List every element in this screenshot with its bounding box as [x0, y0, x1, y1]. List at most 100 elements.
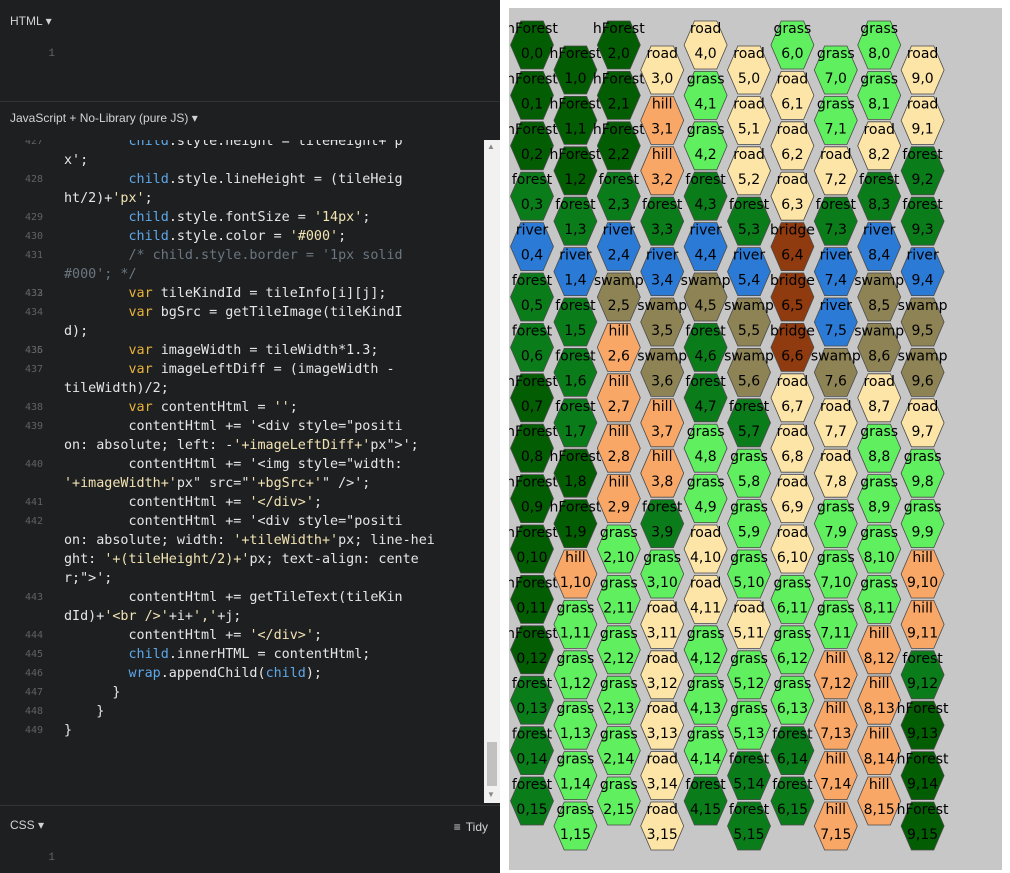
- hex-tile: forest 6,14: [770, 726, 815, 775]
- tile-kind-label: grass: [556, 651, 594, 667]
- tile-coord-label: 6,4: [781, 248, 803, 264]
- tile-kind-label: forest: [859, 172, 900, 188]
- hex-tile: forest 4,3: [683, 171, 728, 221]
- tile-kind-label: hForest: [509, 122, 558, 138]
- tile-coord-label: 1,15: [560, 827, 591, 843]
- code-line: ght: '+(tileHeight/2)+'px; text-align: c…: [0, 550, 482, 569]
- hex-tile: forest 6,15: [770, 776, 815, 826]
- hex-tile: grass 2,10: [596, 524, 641, 574]
- hex-tile: grass 3,10: [640, 549, 685, 599]
- tile-coord-label: 9,9: [911, 525, 933, 541]
- tile-kind-label: forest: [555, 348, 596, 364]
- hex-tile: river 2,4: [596, 222, 641, 272]
- tile-coord-label: 1,10: [560, 575, 591, 591]
- hex-tile: road 5,11: [727, 600, 771, 649]
- code-text: tileWidth)/2;: [64, 381, 169, 396]
- code-text: '+imageWidth+'px" src="'+bgSrc+'" />';: [64, 476, 371, 491]
- tile-coord-label: 0,7: [521, 399, 543, 415]
- tile-coord-label: 4,8: [694, 449, 716, 465]
- hex-tile: hill 3,2: [640, 146, 685, 196]
- tile-kind-label: forest: [729, 752, 770, 768]
- tile-coord-label: 5,5: [738, 323, 760, 339]
- line-number: 428: [24, 174, 43, 185]
- tile-kind-label: hForest: [509, 525, 558, 541]
- hex-tile: river 7,4: [813, 247, 858, 297]
- css-panel-header: CSS: [0, 805, 500, 836]
- tile-kind-label: road: [646, 752, 677, 768]
- html-panel-title[interactable]: HTML: [10, 14, 52, 28]
- tile-kind-label: river: [733, 248, 766, 264]
- line-number: 431: [24, 250, 43, 261]
- scrollbar-thumb[interactable]: [487, 742, 497, 786]
- tile-kind-label: hill: [826, 651, 847, 667]
- tile-coord-label: 1,9: [564, 525, 586, 541]
- tile-kind-label: forest: [555, 399, 596, 415]
- code-text: }: [64, 704, 105, 719]
- tile-kind-label: grass: [730, 449, 768, 465]
- scroll-down-icon[interactable]: ▼: [487, 790, 495, 799]
- css-panel-title[interactable]: CSS: [10, 818, 44, 832]
- tile-kind-label: grass: [773, 575, 811, 591]
- js-panel-header: JavaScript + No-Library (pure JS): [0, 101, 500, 132]
- tile-coord-label: 2,13: [603, 701, 634, 717]
- hex-tile: forest 9,2: [900, 146, 945, 196]
- tile-coord-label: 6,3: [781, 197, 803, 213]
- tile-kind-label: road: [646, 651, 677, 667]
- code-text: var imageWidth = tileWidth*1.3;: [128, 343, 379, 358]
- tile-kind-label: hForest: [509, 71, 558, 87]
- tile-kind-label: river: [863, 223, 896, 239]
- scroll-up-icon[interactable]: ▲: [487, 142, 495, 151]
- hex-tile: road 6,1: [770, 71, 815, 120]
- hex-tile: grass 1,12: [553, 650, 598, 700]
- line-number: 438: [24, 402, 43, 413]
- hex-tile: river 0,4: [510, 222, 554, 272]
- hex-tile: river 3,4: [640, 247, 685, 297]
- hex-tile: road 8,2: [857, 121, 902, 171]
- tile-coord-label: 6,15: [777, 802, 808, 818]
- tile-kind-label: swamp: [637, 298, 687, 314]
- hex-tile: river 7,5: [813, 297, 858, 347]
- hex-tile: swamp 5,5: [724, 297, 774, 347]
- tile-coord-label: 0,11: [516, 600, 547, 616]
- tile-kind-label: road: [820, 449, 851, 465]
- js-code-editor[interactable]: 427 child.style.height = tileHeight+'p x'…: [0, 140, 500, 803]
- hex-tile: grass 4,9: [683, 474, 728, 523]
- tile-kind-label: hill: [826, 752, 847, 768]
- editor-panels: HTML 1 JavaScript + No-Library (pure JS)…: [0, 0, 500, 873]
- js-panel-title[interactable]: JavaScript + No-Library (pure JS): [10, 111, 198, 125]
- tile-coord-label: 3,2: [651, 172, 673, 188]
- tile-kind-label: hill: [565, 550, 586, 566]
- editor-scrollbar[interactable]: ▲ ▼: [484, 140, 500, 803]
- tile-coord-label: 8,15: [864, 802, 895, 818]
- tidy-button[interactable]: ≡ Tidy: [454, 820, 488, 834]
- code-text: var tileKindId = tileInfo[i][j];: [128, 286, 387, 301]
- code-text: on: absolute; width: '+tileWidth+'px; li…: [64, 533, 435, 548]
- tile-coord-label: 0,4: [521, 248, 543, 264]
- tile-kind-label: forest: [512, 777, 553, 793]
- tile-kind-label: swamp: [854, 273, 904, 289]
- code-line: d);: [0, 322, 482, 341]
- line-number: 430: [24, 231, 43, 242]
- hex-tile: grass 1,15: [553, 801, 598, 851]
- tile-kind-label: forest: [685, 323, 726, 339]
- hex-tile: forest 1,6: [553, 347, 598, 397]
- tile-kind-label: hForest: [593, 71, 645, 87]
- tile-kind-label: hill: [826, 802, 847, 818]
- hex-tile: grass 9,9: [900, 499, 945, 548]
- tile-coord-label: 3,12: [647, 676, 678, 692]
- hex-tile: grass 4,1: [683, 71, 728, 120]
- tile-coord-label: 3,0: [651, 71, 673, 87]
- tile-coord-label: 9,13: [907, 726, 938, 742]
- hex-tile: hForest 9,14: [897, 751, 949, 800]
- tile-kind-label: grass: [817, 500, 855, 516]
- tile-coord-label: 9,5: [911, 323, 933, 339]
- tile-coord-label: 7,0: [825, 71, 847, 87]
- code-line: 434 var bgSrc = getTileImage(tileKindI: [0, 303, 482, 322]
- hex-tile: grass 7,1: [813, 96, 858, 145]
- tile-coord-label: 4,0: [694, 46, 716, 62]
- line-number: 427: [24, 140, 43, 147]
- tile-coord-label: 3,7: [651, 424, 673, 440]
- line-number: 440: [24, 459, 43, 470]
- tile-kind-label: grass: [730, 701, 768, 717]
- code-text: #000'; */: [64, 267, 137, 282]
